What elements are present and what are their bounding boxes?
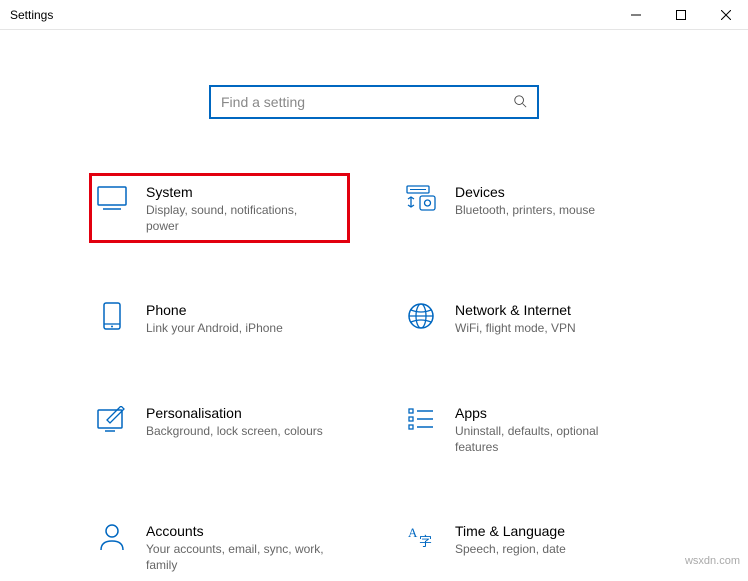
system-icon <box>96 182 128 214</box>
close-button[interactable] <box>703 0 748 30</box>
category-desc: WiFi, flight mode, VPN <box>455 320 576 336</box>
category-title: Accounts <box>146 523 326 539</box>
category-devices[interactable]: Devices Bluetooth, printers, mouse <box>399 174 658 242</box>
phone-icon <box>96 300 128 332</box>
window-title: Settings <box>10 8 53 22</box>
network-icon <box>405 300 437 332</box>
accounts-icon <box>96 521 128 553</box>
category-desc: Speech, region, date <box>455 541 566 557</box>
category-desc: Display, sound, notifications, power <box>146 202 326 234</box>
category-title: Personalisation <box>146 405 323 421</box>
maximize-icon <box>676 10 686 20</box>
category-title: Network & Internet <box>455 302 576 318</box>
watermark: wsxdn.com <box>685 555 740 567</box>
categories-grid: System Display, sound, notifications, po… <box>0 174 748 581</box>
window-controls <box>613 0 748 29</box>
category-desc: Link your Android, iPhone <box>146 320 283 336</box>
category-title: System <box>146 184 326 200</box>
category-desc: Your accounts, email, sync, work, family <box>146 541 326 573</box>
search-icon <box>513 94 527 111</box>
category-phone[interactable]: Phone Link your Android, iPhone <box>90 292 349 344</box>
category-network[interactable]: Network & Internet WiFi, flight mode, VP… <box>399 292 658 344</box>
time-language-icon: A字 <box>405 521 437 553</box>
minimize-icon <box>631 10 641 20</box>
category-apps[interactable]: Apps Uninstall, defaults, optional featu… <box>399 395 658 463</box>
maximize-button[interactable] <box>658 0 703 30</box>
apps-icon <box>405 403 437 435</box>
close-icon <box>721 10 731 20</box>
category-title: Time & Language <box>455 523 566 539</box>
category-desc: Background, lock screen, colours <box>146 423 323 439</box>
category-title: Apps <box>455 405 635 421</box>
svg-text:字: 字 <box>419 534 432 549</box>
category-desc: Bluetooth, printers, mouse <box>455 202 595 218</box>
minimize-button[interactable] <box>613 0 658 30</box>
search-row <box>0 85 748 119</box>
personalisation-icon <box>96 403 128 435</box>
category-system[interactable]: System Display, sound, notifications, po… <box>90 174 349 242</box>
svg-text:A: A <box>408 525 418 540</box>
search-box[interactable] <box>209 85 539 119</box>
devices-icon <box>405 182 437 214</box>
category-personalisation[interactable]: Personalisation Background, lock screen,… <box>90 395 349 463</box>
category-desc: Uninstall, defaults, optional features <box>455 423 635 455</box>
category-title: Phone <box>146 302 283 318</box>
search-input[interactable] <box>221 94 513 110</box>
category-title: Devices <box>455 184 595 200</box>
title-bar: Settings <box>0 0 748 30</box>
